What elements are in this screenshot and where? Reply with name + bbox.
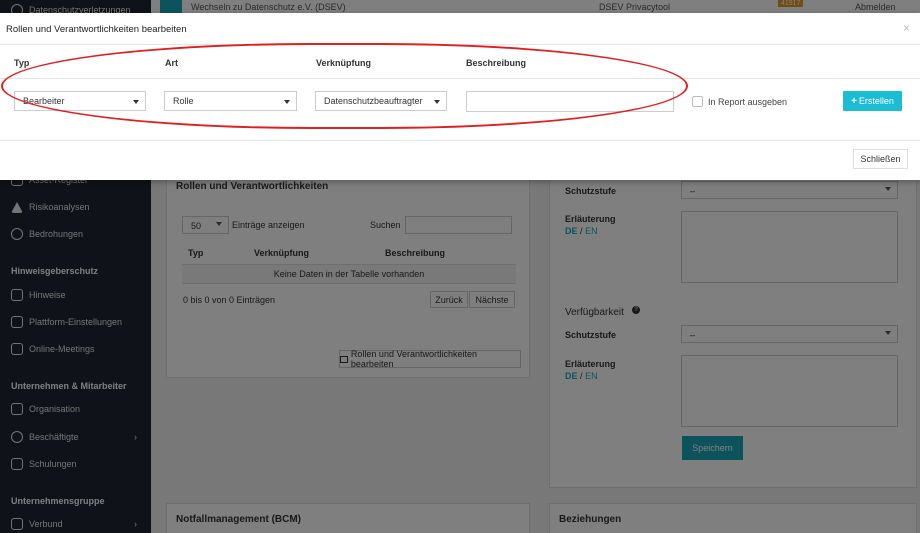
modal-row-divider (0, 78, 920, 79)
close-icon[interactable]: × (903, 21, 910, 35)
chevron-down-icon (434, 100, 440, 104)
report-checkbox[interactable] (692, 96, 703, 107)
modal-footer-divider (0, 140, 920, 141)
art-select[interactable]: Rolle (164, 91, 297, 111)
modal-title: Rollen und Verantwortlichkeiten bearbeit… (6, 24, 187, 35)
modal-header-divider (0, 44, 920, 45)
col-head-beschreibung: Beschreibung (466, 58, 527, 68)
chevron-down-icon (133, 100, 139, 104)
col-head-typ: Typ (14, 58, 30, 68)
create-button[interactable]: + Erstellen (843, 91, 902, 111)
typ-select[interactable]: Bearbeiter (14, 91, 146, 111)
close-button[interactable]: Schließen (853, 149, 908, 169)
col-head-verknuepfung: Verknüpfung (316, 58, 372, 68)
report-checkbox-label: In Report ausgeben (708, 97, 788, 107)
col-head-art: Art (165, 58, 178, 68)
plus-icon: + (851, 95, 857, 107)
beschreibung-input[interactable] (466, 91, 674, 112)
verknuepfung-select[interactable]: Datenschutzbeauftragter (315, 91, 447, 111)
chevron-down-icon (284, 100, 290, 104)
edit-roles-modal: Rollen und Verantwortlichkeiten bearbeit… (0, 13, 920, 180)
